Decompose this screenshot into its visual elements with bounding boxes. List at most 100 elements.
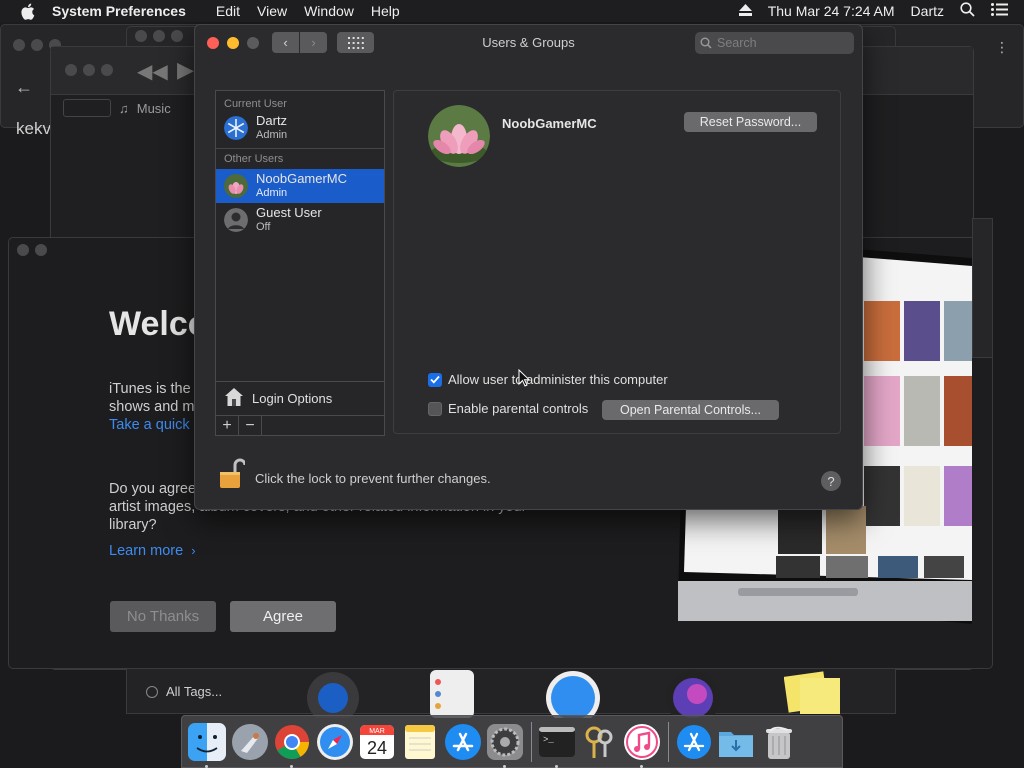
- back-arrow-icon[interactable]: ←: [15, 77, 33, 98]
- trash-icon[interactable]: [760, 723, 798, 761]
- stickies-icon-behind: [783, 668, 840, 718]
- lotus-picture-icon: [428, 105, 490, 167]
- downloads-folder-icon[interactable]: [717, 723, 755, 761]
- window-controls-dim: [135, 30, 183, 42]
- chrome-icon[interactable]: [273, 723, 311, 768]
- music-note-icon: ♫: [119, 100, 129, 116]
- agree-button[interactable]: Agree: [230, 601, 336, 632]
- title-bar: ‹ › Users & Groups: [195, 25, 862, 61]
- parental-controls-row[interactable]: Enable parental controls: [428, 401, 588, 416]
- dock-separator: [667, 721, 669, 762]
- parental-controls-label: Enable parental controls: [448, 401, 589, 416]
- help-button[interactable]: ?: [821, 471, 841, 491]
- music-tab-label: Music: [136, 100, 171, 116]
- siri-icon-behind: [664, 668, 720, 725]
- menu-edit[interactable]: Edit: [216, 3, 240, 19]
- lock-button[interactable]: [219, 458, 247, 495]
- login-options-label: Login Options: [252, 391, 333, 406]
- snowflake-avatar-icon: [224, 116, 248, 140]
- search-field[interactable]: [695, 32, 854, 54]
- user-picture[interactable]: [428, 105, 490, 167]
- user-names: NoobGamerMC Admin: [256, 172, 347, 200]
- user-role: Admin: [256, 129, 288, 141]
- launchpad-icon[interactable]: [231, 723, 269, 761]
- notes-icon[interactable]: [401, 723, 439, 761]
- parental-controls-checkbox[interactable]: [428, 401, 442, 416]
- all-tags-item[interactable]: All Tags...: [146, 684, 222, 699]
- user-names: Dartz Admin: [256, 114, 287, 142]
- dock: MAR 24 >_: [181, 715, 843, 768]
- reset-password-button[interactable]: Reset Password...: [684, 112, 817, 132]
- user-row-guest[interactable]: Guest User Off: [216, 203, 384, 237]
- system-preferences-icon[interactable]: [486, 723, 524, 768]
- add-user-button[interactable]: +: [216, 416, 239, 436]
- safari-icon-behind: [544, 668, 600, 725]
- add-remove-bar: + −: [216, 415, 384, 436]
- checkmark-icon: [430, 375, 440, 384]
- allow-admin-label: Allow user to administer this computer: [448, 372, 668, 387]
- menu-view[interactable]: View: [257, 3, 287, 19]
- users-groups-window: ‹ › Users & Groups Current User: [194, 24, 863, 510]
- itunes-icon[interactable]: [623, 723, 661, 768]
- welcome-line-2: shows and m: [109, 399, 195, 415]
- eject-icon[interactable]: [738, 3, 752, 19]
- svg-text:>_: >_: [543, 735, 554, 745]
- chevron-right-icon: ›: [191, 543, 196, 558]
- music-source[interactable]: ♫ Music: [63, 99, 171, 117]
- user-row-dartz[interactable]: Dartz Admin: [216, 111, 384, 145]
- learn-more-link[interactable]: Learn more ›: [109, 543, 196, 559]
- remove-user-button[interactable]: −: [239, 416, 262, 436]
- menu-bar: System Preferences Edit View Window Help…: [0, 0, 1024, 22]
- selected-user-name: NoobGamerMC: [502, 116, 597, 131]
- all-tags-label: All Tags...: [166, 684, 223, 699]
- current-user-label: Current User: [224, 98, 287, 110]
- safari-icon[interactable]: [316, 723, 354, 761]
- other-users-label: Other Users: [224, 153, 284, 165]
- keychain-icon[interactable]: [580, 723, 618, 761]
- spotlight-icon[interactable]: [960, 2, 975, 20]
- allow-admin-row[interactable]: Allow user to administer this computer: [428, 372, 668, 387]
- menu-user[interactable]: Dartz: [911, 3, 944, 19]
- play-icon[interactable]: ▶: [177, 57, 194, 83]
- quick-tour-link[interactable]: Take a quick: [109, 416, 199, 434]
- partial-text: kekv: [16, 119, 51, 138]
- app-store-downloads-icon[interactable]: [675, 723, 713, 761]
- user-role: Admin: [256, 187, 288, 199]
- user-name: Dartz: [256, 113, 288, 128]
- mouse-cursor-icon: [518, 368, 531, 392]
- partial-list-edge: [972, 218, 993, 358]
- menu-help[interactable]: Help: [371, 3, 400, 19]
- search-input[interactable]: [717, 36, 847, 50]
- allow-admin-checkbox[interactable]: [428, 372, 442, 387]
- calendar-icon[interactable]: MAR 24: [358, 723, 396, 761]
- notification-center-icon[interactable]: [991, 3, 1008, 19]
- learn-more-label: Learn more: [109, 543, 184, 559]
- terminal-icon[interactable]: >_: [538, 723, 576, 768]
- running-indicator: [554, 764, 558, 768]
- welcome-line-1: iTunes is the: [109, 381, 191, 397]
- menu-window[interactable]: Window: [304, 3, 354, 19]
- question-line-3: library?: [109, 517, 157, 533]
- nav-arrows[interactable]: [63, 99, 111, 117]
- running-indicator: [205, 764, 208, 768]
- user-detail-panel: NoobGamerMC Reset Password... Allow user…: [393, 90, 841, 434]
- dock-separator: [530, 721, 532, 762]
- rewind-icon[interactable]: ◀◀: [137, 59, 168, 84]
- login-options-item[interactable]: Login Options: [216, 381, 384, 415]
- running-indicator: [290, 764, 294, 768]
- menu-app-name[interactable]: System Preferences: [52, 3, 186, 19]
- apple-menu-icon[interactable]: [18, 2, 36, 20]
- finder-icon[interactable]: [188, 722, 226, 768]
- user-row-noobgamermc[interactable]: NoobGamerMC Admin: [216, 169, 384, 203]
- tag-circle-icon: [146, 685, 158, 698]
- more-icon[interactable]: ⋮: [995, 39, 1009, 56]
- no-thanks-button[interactable]: No Thanks: [110, 601, 216, 632]
- menu-clock[interactable]: Thu Mar 24 7:24 AM: [768, 3, 895, 19]
- calendar-day: 24: [367, 738, 387, 758]
- window-controls-dim: [65, 64, 113, 76]
- open-parental-controls-button[interactable]: Open Parental Controls...: [602, 400, 779, 420]
- welcome-text: iTunes is the shows and m Take a quick: [109, 380, 199, 434]
- app-store-icon[interactable]: [444, 723, 482, 761]
- finder-bottom-bar: [126, 668, 896, 714]
- running-indicator: [503, 764, 507, 768]
